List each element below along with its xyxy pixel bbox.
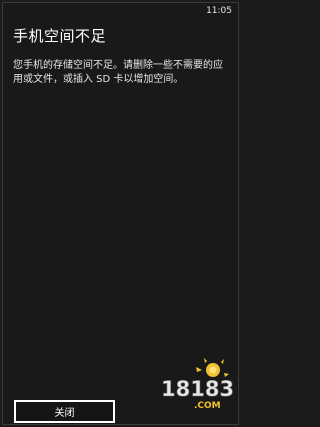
watermark-logo: 18183 .COM bbox=[161, 358, 234, 410]
watermark-sub-text: .COM bbox=[194, 401, 221, 410]
status-time: 11:05 bbox=[206, 6, 232, 16]
status-bar: 11:05 bbox=[3, 3, 238, 19]
watermark-text: 18183 bbox=[161, 377, 234, 401]
watermark-sun-icon bbox=[196, 358, 229, 377]
dialog-title: 手机空间不足 bbox=[13, 27, 107, 45]
dialog-message: 您手机的存储空间不足。请删除一些不需要的应用或文件，或插入 SD 卡以增加空间。 bbox=[13, 60, 223, 85]
phone-screen: 11:05 手机空间不足 您手机的存储空间不足。请删除一些不需要的应用或文件，或… bbox=[2, 2, 239, 425]
close-button[interactable]: 关闭 bbox=[14, 400, 115, 423]
